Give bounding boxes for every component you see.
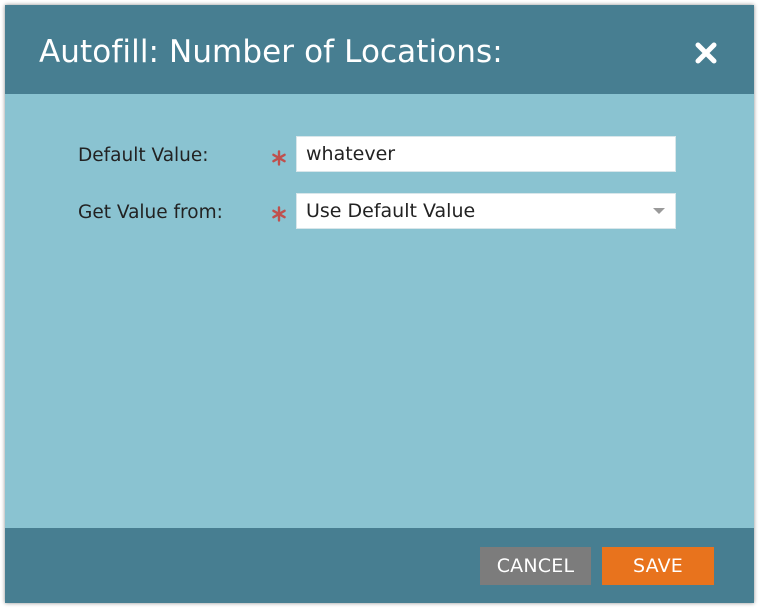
- get-value-from-selected: Use Default Value: [306, 200, 476, 222]
- cancel-button[interactable]: CANCEL: [480, 547, 591, 585]
- close-icon[interactable]: [691, 38, 721, 68]
- autofill-dialog: Autofill: Number of Locations: Default V…: [5, 5, 754, 603]
- default-value-text: whatever: [306, 143, 396, 165]
- required-asterisk-icon: [271, 150, 287, 166]
- get-value-from-select[interactable]: Use Default Value: [296, 193, 676, 229]
- dialog-header: Autofill: Number of Locations:: [5, 5, 754, 94]
- dialog-title: Autofill: Number of Locations:: [39, 34, 503, 70]
- default-value-label: Default Value:: [78, 145, 209, 166]
- chevron-down-icon: [653, 208, 665, 214]
- default-value-input[interactable]: whatever: [296, 136, 676, 172]
- save-button[interactable]: SAVE: [602, 547, 714, 585]
- dialog-footer: CANCEL SAVE: [5, 528, 754, 603]
- get-value-from-label: Get Value from:: [78, 202, 223, 223]
- required-asterisk-icon: [271, 206, 287, 222]
